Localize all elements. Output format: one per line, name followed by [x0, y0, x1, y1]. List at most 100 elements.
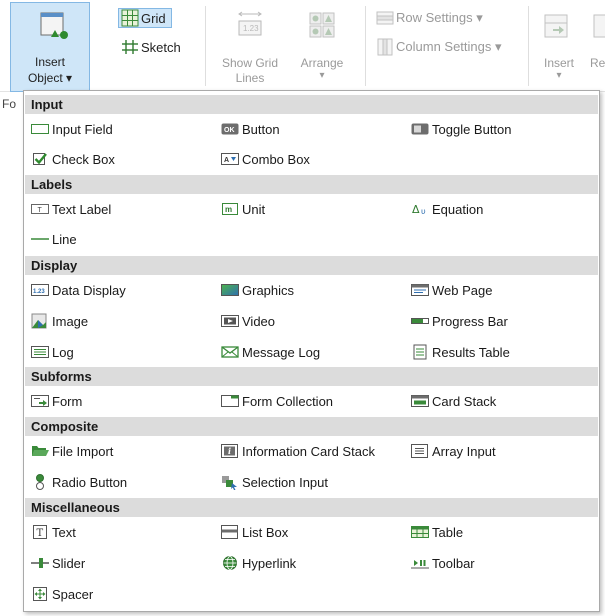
menu-item-information-card-stack[interactable]: i Information Card Stack: [221, 440, 375, 462]
menu-item-unit[interactable]: m Unit: [221, 198, 265, 220]
insert-label: Insert: [543, 56, 574, 70]
arrange-label: Arrange: [300, 56, 344, 70]
equation-icon: Δυ: [411, 201, 429, 217]
item-label: Graphics: [242, 282, 295, 298]
information-card-stack-icon: i: [221, 443, 239, 459]
insert-button[interactable]: Insert ▾: [536, 6, 582, 90]
arrange-icon: [307, 10, 337, 40]
menu-item-toggle-button[interactable]: Toggle Button: [411, 118, 512, 140]
ribbon-separator: [528, 6, 529, 86]
item-label: Table: [432, 524, 464, 540]
menu-item-selection-input[interactable]: Selection Input: [221, 471, 328, 493]
menu-item-list-box[interactable]: List Box: [221, 521, 288, 543]
item-label: Slider: [52, 555, 86, 571]
section-header-labels: Labels: [25, 175, 598, 194]
data-display-icon: 1.23: [31, 282, 49, 298]
menu-item-slider[interactable]: Slider: [31, 552, 85, 574]
menu-item-results-table[interactable]: Results Table: [411, 341, 510, 363]
menu-item-text-label[interactable]: T Text Label: [31, 198, 111, 220]
sketch-mode-button[interactable]: Sketch: [118, 37, 181, 57]
ribbon-separator: [365, 6, 366, 86]
menu-item-spacer[interactable]: Spacer: [31, 583, 93, 605]
form-icon: [31, 393, 49, 409]
menu-item-toolbar[interactable]: Toolbar: [411, 552, 475, 574]
spacer-icon: [31, 586, 49, 602]
menu-item-file-import[interactable]: File Import: [31, 440, 113, 462]
menu-item-array-input[interactable]: Array Input: [411, 440, 496, 462]
row-settings-button[interactable]: Row Settings ▾: [376, 8, 483, 28]
item-label: Spacer: [52, 586, 94, 602]
menu-item-form-collection[interactable]: Form Collection: [221, 390, 333, 412]
item-label: Button: [242, 121, 280, 137]
insert-object-icon: [39, 11, 69, 41]
arrange-button[interactable]: Arrange ▾: [288, 6, 356, 90]
sketch-label: Sketch: [141, 39, 181, 55]
menu-item-radio-button[interactable]: Radio Button: [31, 471, 127, 493]
menu-item-check-box[interactable]: Check Box: [31, 148, 115, 170]
column-settings-button[interactable]: Column Settings ▾: [376, 37, 502, 57]
menu-item-table[interactable]: Table: [411, 521, 463, 543]
menu-item-combo-box[interactable]: A Combo Box: [221, 148, 310, 170]
image-icon: [31, 313, 49, 329]
table-icon: [411, 524, 429, 540]
globe-icon: [221, 555, 239, 571]
show-grid-lines-icon: 1.23: [236, 10, 264, 40]
item-label: Check Box: [52, 151, 115, 167]
menu-item-graphics[interactable]: Graphics: [221, 279, 294, 301]
item-label: Data Display: [52, 282, 126, 298]
menu-item-card-stack[interactable]: Card Stack: [411, 390, 496, 412]
menu-item-line[interactable]: Line: [31, 228, 77, 250]
combo-box-icon: A: [221, 151, 239, 167]
menu-item-message-log[interactable]: Message Log: [221, 341, 320, 363]
menu-item-data-display[interactable]: 1.23 Data Display: [31, 279, 126, 301]
item-label: Toolbar: [432, 555, 475, 571]
array-input-icon: [411, 443, 429, 459]
menu-item-image[interactable]: Image: [31, 310, 88, 332]
insert-object-button[interactable]: Insert Object ▾: [10, 2, 90, 92]
remove-label: Re: [590, 56, 605, 70]
menu-item-hyperlink[interactable]: Hyperlink: [221, 552, 296, 574]
item-label: Information Card Stack: [242, 443, 375, 459]
line-icon: [31, 231, 49, 247]
menu-item-log[interactable]: Log: [31, 341, 74, 363]
item-label: Equation: [432, 201, 484, 217]
video-icon: [221, 313, 239, 329]
section-header-subforms: Subforms: [25, 367, 598, 386]
results-table-icon: [411, 344, 429, 360]
ribbon-separator: [205, 6, 206, 86]
selection-input-icon: [221, 474, 239, 490]
slider-icon: [31, 555, 49, 571]
svg-text:1.23: 1.23: [33, 289, 45, 295]
svg-text:T: T: [37, 528, 44, 539]
item-label: Image: [52, 313, 89, 329]
item-label: Text: [52, 524, 76, 540]
format-tab-label[interactable]: Fo: [2, 97, 16, 111]
item-label: Card Stack: [432, 393, 497, 409]
card-stack-icon: [411, 393, 429, 409]
menu-item-input-field[interactable]: Input Field: [31, 118, 113, 140]
menu-item-web-page[interactable]: Web Page: [411, 279, 492, 301]
item-label: List Box: [242, 524, 289, 540]
toolbar-icon: [411, 555, 429, 571]
grid-mode-button[interactable]: Grid: [118, 8, 172, 28]
arrange-dropdown-arrow: ▾: [319, 70, 325, 81]
progress-bar-icon: [411, 313, 429, 329]
remove-button[interactable]: Re: [588, 6, 605, 90]
menu-item-button[interactable]: OK Button: [221, 118, 280, 140]
insert-object-menu: Input Input Field OK Button Toggle Butto…: [23, 90, 600, 612]
menu-item-equation[interactable]: Δυ Equation: [411, 198, 483, 220]
menu-item-video[interactable]: Video: [221, 310, 275, 332]
svg-text:m: m: [225, 205, 232, 214]
menu-item-text[interactable]: T Text: [31, 521, 76, 543]
show-grid-lines-button[interactable]: 1.23 Show Grid Lines: [214, 6, 286, 90]
item-label: Array Input: [432, 443, 496, 459]
insert-object-label: Insert: [34, 55, 65, 69]
menu-item-progress-bar[interactable]: Progress Bar: [411, 310, 508, 332]
column-settings-icon: [376, 38, 394, 56]
svg-text:Δ: Δ: [412, 203, 420, 216]
radio-button-icon: [31, 474, 49, 490]
column-settings-label: Column Settings ▾: [396, 39, 502, 54]
menu-item-form[interactable]: Form: [31, 390, 82, 412]
row-settings-label: Row Settings ▾: [396, 10, 483, 25]
check-box-icon: [31, 151, 49, 167]
